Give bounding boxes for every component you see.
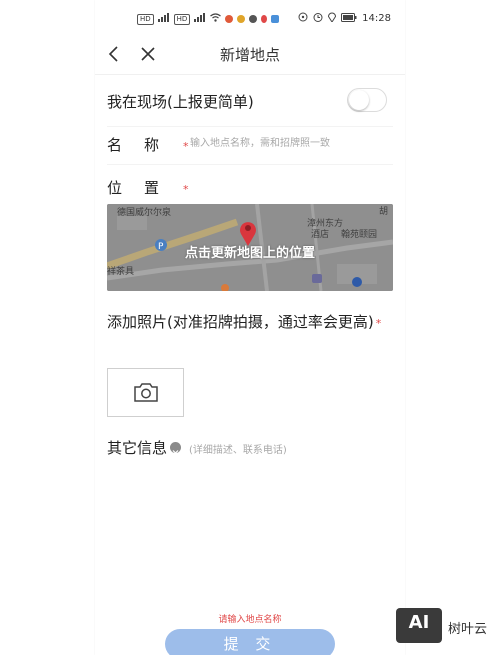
chat-icon bbox=[249, 15, 258, 23]
watermark-logo: AI bbox=[396, 608, 442, 643]
status-left-icons: HD HD bbox=[137, 13, 280, 25]
other-info-input[interactable] bbox=[189, 439, 389, 461]
map-update-hint: 点击更新地图上的位置 bbox=[184, 246, 315, 261]
location-row: 位置 * bbox=[107, 170, 393, 204]
phone-screen: HD HD 14:28 新增地点 我在现场(上报更简单) 名称 * 输入地点名称… bbox=[95, 0, 405, 655]
app-notification-icon-2 bbox=[237, 15, 246, 23]
name-label-text: 名称 bbox=[107, 136, 182, 154]
map-poi-icon-3 bbox=[312, 274, 322, 283]
nav-header: 新增地点 bbox=[95, 36, 405, 75]
other-info-label: 其它信息 bbox=[107, 439, 168, 457]
watermark-logo-text: AI bbox=[408, 612, 430, 633]
location-label-text: 位置 bbox=[107, 179, 182, 197]
map-poi-icon bbox=[352, 277, 362, 287]
chevron-down-icon[interactable] bbox=[170, 442, 181, 454]
map-label-6: 胡 bbox=[379, 207, 389, 217]
toggle-knob bbox=[349, 90, 369, 110]
on-site-row: 我在现场(上报更简单) bbox=[107, 80, 393, 127]
hd-badge: HD bbox=[137, 13, 154, 25]
alarm-icon bbox=[313, 12, 323, 25]
location-map[interactable]: P 德国威尔尔泉 漳州东方 酒店 翰苑颐园 祥茶具 胡 点击更新地图上的位置 bbox=[107, 204, 393, 291]
signal-icon-2 bbox=[194, 13, 206, 25]
on-site-label: 我在现场(上报更简单) bbox=[107, 93, 254, 111]
signal-icon bbox=[157, 13, 170, 25]
required-mark-2: * bbox=[183, 183, 189, 196]
status-bar: HD HD 14:28 bbox=[95, 0, 405, 38]
app-notification-icon bbox=[225, 15, 234, 23]
watermark-text: 树叶云 bbox=[448, 622, 488, 637]
map-label-3: 酒店 bbox=[311, 230, 330, 240]
location-notification-icon bbox=[261, 15, 268, 23]
hd-badge-2: HD bbox=[173, 13, 191, 25]
validation-error: 请输入地点名称 bbox=[218, 615, 282, 625]
battery-icon bbox=[341, 12, 357, 25]
name-label: 名称 * bbox=[107, 134, 189, 155]
add-photo-button[interactable] bbox=[107, 368, 184, 417]
on-site-toggle[interactable] bbox=[347, 88, 387, 112]
required-mark: * bbox=[183, 140, 189, 153]
location-label: 位置 * bbox=[107, 177, 189, 198]
app-notification-icon-3 bbox=[271, 15, 280, 23]
submit-button[interactable]: 提 交 bbox=[165, 629, 335, 655]
required-mark-3: * bbox=[375, 317, 382, 330]
other-info-row: 其它信息 bbox=[107, 432, 393, 468]
photo-label-text: 添加照片(对准招牌拍摄，通过率会更高) bbox=[107, 313, 374, 331]
camera-icon bbox=[134, 383, 158, 402]
photo-label: 添加照片(对准招牌拍摄，通过率会更高) * bbox=[107, 310, 387, 336]
map-label-5: 祥茶具 bbox=[107, 267, 135, 277]
name-row: 名称 * bbox=[107, 124, 393, 165]
clock-time: 14:28 bbox=[362, 13, 391, 24]
map-label: 德国威尔尔泉 bbox=[117, 208, 172, 218]
location-icon bbox=[328, 12, 337, 25]
bluetooth-icon bbox=[298, 12, 308, 25]
name-input[interactable] bbox=[190, 132, 390, 154]
wifi-icon bbox=[210, 13, 222, 25]
map-label-4: 翰苑颐园 bbox=[341, 230, 378, 240]
page-title: 新增地点 bbox=[219, 46, 280, 64]
status-right-icons: 14:28 bbox=[298, 12, 391, 25]
photo-row: 添加照片(对准招牌拍摄，通过率会更高) * bbox=[107, 306, 393, 417]
